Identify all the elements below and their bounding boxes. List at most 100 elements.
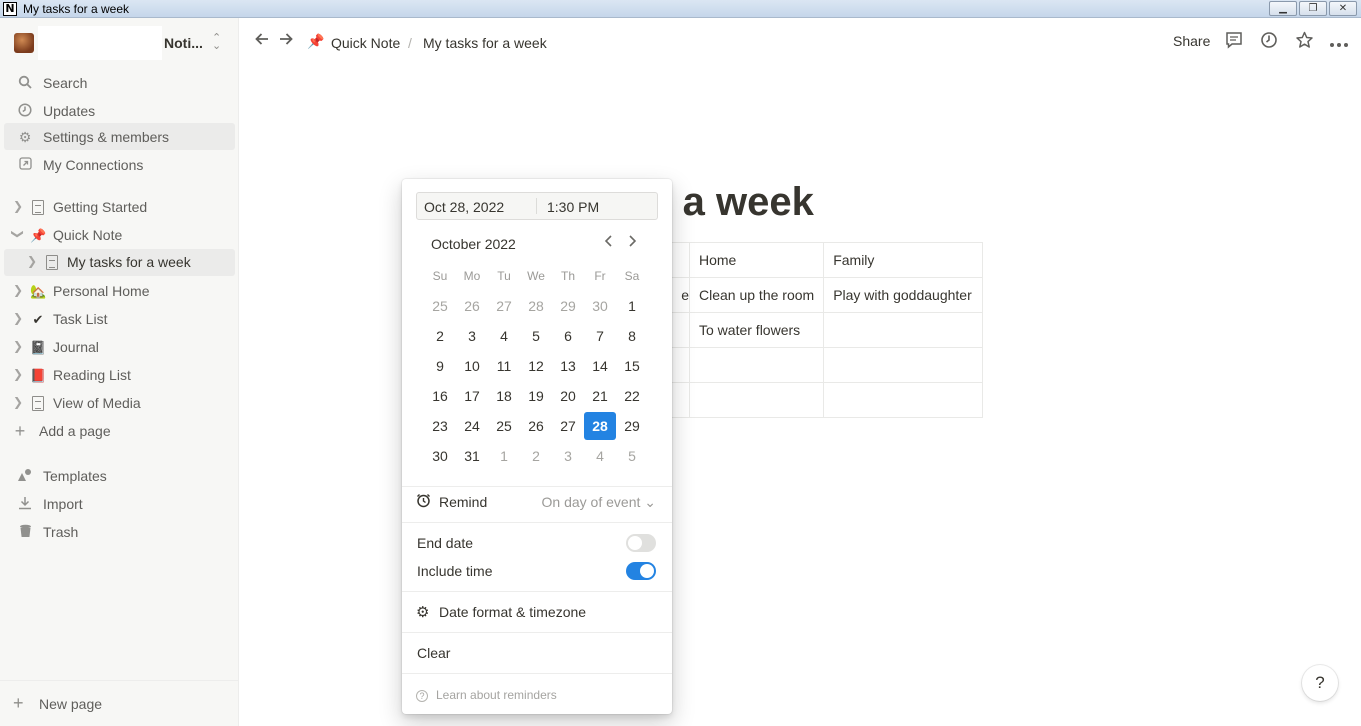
workspace-switcher[interactable]: Noti... ⌃ ⌄ [0, 26, 239, 60]
calendar-day[interactable]: 27 [488, 292, 520, 320]
history-clock-icon[interactable] [1258, 31, 1280, 53]
calendar-day[interactable]: 5 [520, 322, 552, 350]
chevron-right-icon[interactable]: ❯ [12, 311, 24, 325]
calendar-day[interactable]: 29 [616, 412, 648, 440]
previous-month-icon[interactable] [603, 234, 615, 253]
calendar-day[interactable]: 8 [616, 322, 648, 350]
sidebar-page-journal[interactable]: ❯ 📓 Journal [4, 334, 235, 361]
sidebar-page-reading-list[interactable]: ❯ 📕 Reading List [4, 362, 235, 389]
table-cell[interactable] [688, 382, 825, 418]
calendar-day[interactable]: 23 [424, 412, 456, 440]
comment-icon[interactable] [1223, 31, 1245, 53]
sidebar-page-quick-note[interactable]: ❯ 📌 Quick Note [4, 222, 235, 249]
chevron-right-icon[interactable]: ❯ [12, 283, 24, 297]
calendar-day[interactable]: 19 [520, 382, 552, 410]
calendar-day[interactable]: 11 [488, 352, 520, 380]
star-icon[interactable] [1293, 31, 1315, 53]
sidebar-updates[interactable]: Updates [4, 97, 235, 124]
calendar-day[interactable]: 6 [552, 322, 584, 350]
add-page-button[interactable]: + Add a page [4, 417, 235, 444]
calendar-day[interactable]: 2 [520, 442, 552, 470]
calendar-day[interactable]: 1 [488, 442, 520, 470]
calendar-day[interactable]: 24 [456, 412, 488, 440]
chevron-right-icon[interactable]: ❯ [12, 367, 24, 381]
calendar-day[interactable]: 18 [488, 382, 520, 410]
calendar-day[interactable]: 16 [424, 382, 456, 410]
sidebar-settings[interactable]: ⚙ Settings & members [4, 123, 235, 150]
chevron-right-icon[interactable]: ❯ [12, 395, 24, 409]
learn-reminders-link[interactable]: ? Learn about reminders [416, 688, 557, 702]
calendar-day[interactable]: 22 [616, 382, 648, 410]
sidebar-connections[interactable]: My Connections [4, 151, 235, 178]
new-page-button[interactable]: + New page [0, 680, 239, 726]
help-button[interactable]: ? [1302, 665, 1338, 701]
calendar-day[interactable]: 20 [552, 382, 584, 410]
calendar-day[interactable]: 31 [456, 442, 488, 470]
calendar-day[interactable]: 14 [584, 352, 616, 380]
sidebar-page-getting-started[interactable]: ❯ Getting Started [4, 194, 235, 221]
calendar-day[interactable]: 1 [616, 292, 648, 320]
back-arrow-icon[interactable] [254, 31, 270, 52]
sidebar-templates[interactable]: Templates [4, 462, 235, 489]
sidebar-page-my-tasks[interactable]: ❯ My tasks for a week [4, 249, 235, 276]
calendar-day[interactable]: 30 [424, 442, 456, 470]
calendar-day[interactable]: 9 [424, 352, 456, 380]
chevron-right-icon[interactable]: ❯ [12, 199, 24, 213]
calendar-day-selected[interactable]: 28 [584, 412, 616, 440]
calendar-day[interactable]: 5 [616, 442, 648, 470]
table-cell[interactable]: Family [823, 242, 984, 278]
calendar-day[interactable]: 3 [552, 442, 584, 470]
share-button[interactable]: Share [1173, 33, 1210, 49]
date-input[interactable]: Oct 28, 2022 [424, 199, 504, 215]
calendar-day[interactable]: 4 [584, 442, 616, 470]
calendar-day[interactable]: 15 [616, 352, 648, 380]
chevron-right-icon[interactable]: ❯ [26, 254, 38, 268]
chevron-right-icon[interactable]: ❯ [12, 339, 24, 353]
sidebar-page-task-list[interactable]: ❯ ✔ Task List [4, 306, 235, 333]
calendar-day[interactable]: 2 [424, 322, 456, 350]
calendar-day[interactable]: 17 [456, 382, 488, 410]
calendar-day[interactable]: 4 [488, 322, 520, 350]
calendar-day[interactable]: 3 [456, 322, 488, 350]
clear-button[interactable]: Clear [417, 645, 450, 661]
calendar-day[interactable]: 29 [552, 292, 584, 320]
table-cell[interactable]: To water flowers [688, 312, 825, 348]
calendar-day[interactable]: 27 [552, 412, 584, 440]
calendar-day[interactable]: 26 [456, 292, 488, 320]
calendar-day[interactable]: 13 [552, 352, 584, 380]
table-cell[interactable]: Clean up the room [688, 277, 825, 313]
calendar-day[interactable]: 12 [520, 352, 552, 380]
forward-arrow-icon[interactable] [278, 31, 294, 52]
end-date-toggle[interactable] [626, 534, 656, 552]
breadcrumb-current[interactable]: My tasks for a week [423, 35, 547, 51]
table-cell[interactable] [688, 347, 825, 383]
sidebar-page-personal-home[interactable]: ❯ 🏡 Personal Home [4, 278, 235, 305]
calendar-day[interactable]: 30 [584, 292, 616, 320]
include-time-toggle[interactable] [626, 562, 656, 580]
calendar-day[interactable]: 25 [424, 292, 456, 320]
calendar-day[interactable]: 25 [488, 412, 520, 440]
time-input[interactable]: 1:30 PM [547, 199, 599, 215]
more-options-icon[interactable] [1328, 31, 1350, 53]
page-title[interactable]: r a week [656, 180, 814, 225]
sidebar-trash[interactable]: Trash [4, 518, 235, 545]
chevron-down-icon[interactable]: ❯ [11, 228, 25, 240]
table-cell[interactable]: Play with goddaughter [823, 277, 984, 313]
sidebar-import[interactable]: Import [4, 490, 235, 517]
table-cell[interactable]: Home [688, 242, 825, 278]
calendar-day[interactable]: 10 [456, 352, 488, 380]
calendar-day[interactable]: 28 [520, 292, 552, 320]
next-month-icon[interactable] [626, 234, 638, 253]
minimize-button[interactable]: ▁ [1269, 1, 1297, 16]
restore-button[interactable]: ❐ [1299, 1, 1327, 16]
table-cell[interactable] [823, 347, 984, 383]
calendar-day[interactable]: 26 [520, 412, 552, 440]
breadcrumb-parent[interactable]: Quick Note [331, 35, 400, 51]
calendar-day[interactable]: 21 [584, 382, 616, 410]
table-cell[interactable] [823, 382, 984, 418]
sidebar-search[interactable]: Search [4, 69, 235, 96]
table-cell[interactable] [823, 312, 984, 348]
remind-select[interactable]: On day of event ⌄ [542, 494, 656, 511]
sidebar-page-view-of-media[interactable]: ❯ View of Media [4, 390, 235, 417]
close-button[interactable]: ✕ [1329, 1, 1357, 16]
